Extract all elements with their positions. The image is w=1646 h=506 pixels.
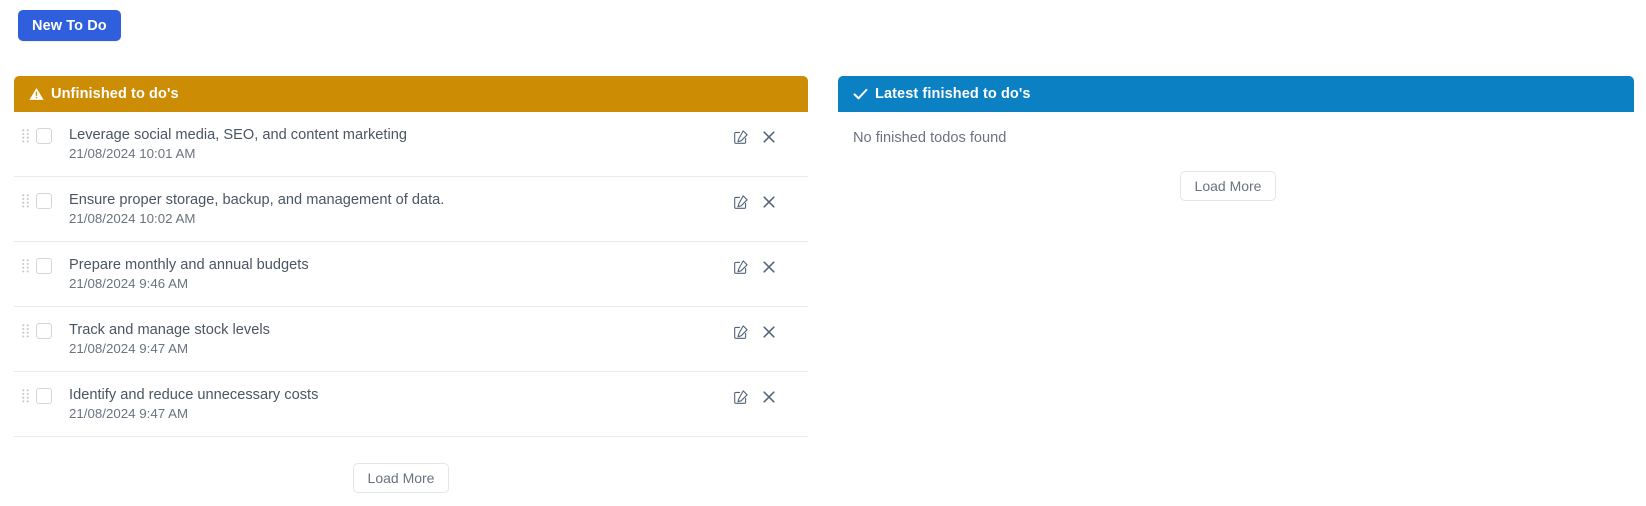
todo-text: Prepare monthly and annual budgets 21/08…: [69, 256, 731, 293]
todo-text: Track and manage stock levels 21/08/2024…: [69, 321, 731, 358]
todo-checkbox[interactable]: [36, 388, 52, 404]
todo-row[interactable]: Leverage social media, SEO, and content …: [14, 112, 808, 177]
load-more-button-finished[interactable]: Load More: [1179, 171, 1277, 201]
todo-text: Identify and reduce unnecessary costs 21…: [69, 386, 731, 423]
todo-date: 21/08/2024 10:02 AM: [69, 211, 196, 226]
todo-row-actions: [731, 126, 808, 146]
check-icon: [853, 87, 868, 101]
todo-title: Leverage social media, SEO, and content …: [69, 127, 407, 143]
todo-text: Leverage social media, SEO, and content …: [69, 126, 731, 163]
todo-row-actions: [731, 321, 808, 341]
todo-date: 21/08/2024 10:01 AM: [69, 146, 196, 161]
todo-row[interactable]: Track and manage stock levels 21/08/2024…: [14, 307, 808, 372]
finished-panel-header: Latest finished to do's: [838, 76, 1634, 112]
todo-row[interactable]: Identify and reduce unnecessary costs 21…: [14, 372, 808, 437]
unfinished-panel-header: Unfinished to do's: [14, 76, 808, 112]
todo-row-actions: [731, 386, 808, 406]
todo-row-actions: [731, 191, 808, 211]
edit-pencil-square-icon[interactable]: [731, 127, 750, 146]
todo-title: Track and manage stock levels: [69, 322, 270, 338]
close-x-icon[interactable]: [759, 387, 778, 406]
finished-panel-title: Latest finished to do's: [875, 86, 1031, 102]
todo-text: Ensure proper storage, backup, and manag…: [69, 191, 731, 228]
edit-pencil-square-icon[interactable]: [731, 322, 750, 341]
todo-checkbox[interactable]: [36, 323, 52, 339]
todo-date: 21/08/2024 9:47 AM: [69, 406, 189, 421]
drag-handle-icon[interactable]: [14, 386, 36, 405]
unfinished-panel-title: Unfinished to do's: [51, 86, 179, 102]
drag-handle-icon[interactable]: [14, 321, 36, 340]
finished-empty-message: No finished todos found: [853, 130, 1007, 146]
todo-row-actions: [731, 256, 808, 276]
load-more-button-unfinished[interactable]: Load More: [352, 463, 450, 493]
unfinished-todos-list: Leverage social media, SEO, and content …: [14, 112, 808, 493]
todo-title: Prepare monthly and annual budgets: [69, 257, 309, 273]
todo-checkbox[interactable]: [36, 193, 52, 209]
edit-pencil-square-icon[interactable]: [731, 192, 750, 211]
todo-title: Identify and reduce unnecessary costs: [69, 387, 319, 403]
finished-todos-list: No finished todos found Load More: [838, 112, 1634, 201]
new-todo-button[interactable]: New To Do: [18, 10, 121, 41]
unfinished-todos-panel: Unfinished to do's Leverage social media…: [14, 76, 808, 493]
edit-pencil-square-icon[interactable]: [731, 257, 750, 276]
todo-row[interactable]: Ensure proper storage, backup, and manag…: [14, 177, 808, 242]
warning-triangle-icon: [29, 87, 44, 101]
close-x-icon[interactable]: [759, 322, 778, 341]
drag-handle-icon[interactable]: [14, 191, 36, 210]
todo-title: Ensure proper storage, backup, and manag…: [69, 192, 445, 208]
todo-checkbox[interactable]: [36, 258, 52, 274]
todo-dashboard: New To Do Unfinished to do's Leverage so…: [0, 0, 1646, 506]
close-x-icon[interactable]: [759, 127, 778, 146]
unfinished-load-more-wrap: Load More: [14, 463, 808, 493]
todo-checkbox[interactable]: [36, 128, 52, 144]
todo-date: 21/08/2024 9:46 AM: [69, 276, 189, 291]
drag-handle-icon[interactable]: [14, 256, 36, 275]
close-x-icon[interactable]: [759, 257, 778, 276]
finished-todos-panel: Latest finished to do's No finished todo…: [838, 76, 1634, 201]
finished-load-more-wrap: Load More: [838, 171, 1634, 201]
edit-pencil-square-icon[interactable]: [731, 387, 750, 406]
todo-row[interactable]: Prepare monthly and annual budgets 21/08…: [14, 242, 808, 307]
todo-date: 21/08/2024 9:47 AM: [69, 341, 189, 356]
drag-handle-icon[interactable]: [14, 126, 36, 145]
close-x-icon[interactable]: [759, 192, 778, 211]
